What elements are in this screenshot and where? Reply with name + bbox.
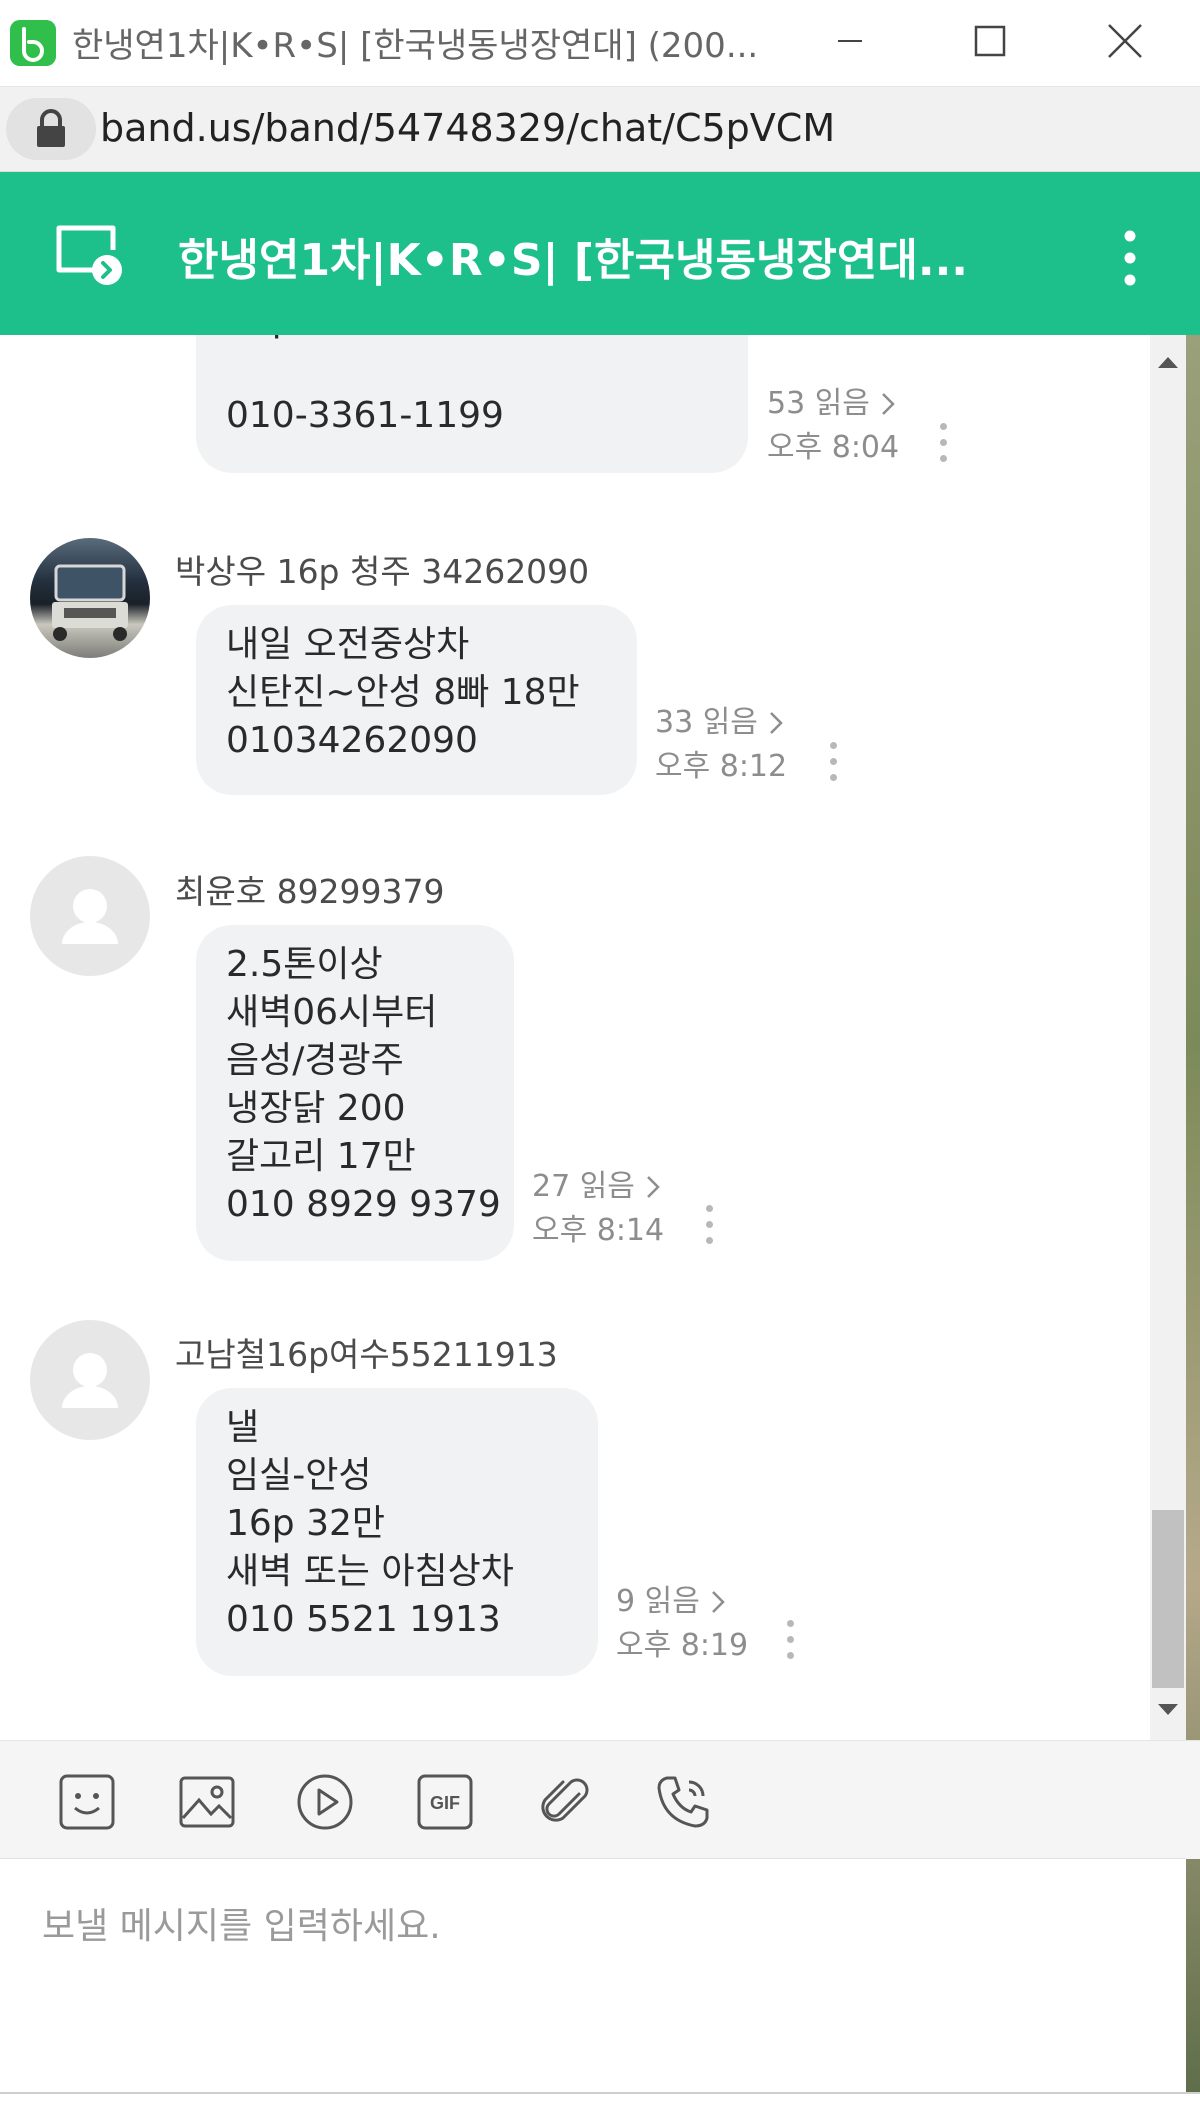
gif-label: GIF xyxy=(430,1793,460,1813)
message-options-icon[interactable] xyxy=(940,423,948,471)
sender-name: 고남철16p여수55211913 xyxy=(175,1335,558,1374)
message-input[interactable] xyxy=(40,1890,1144,1962)
maximize-button[interactable] xyxy=(935,6,1045,76)
scroll-up-arrow-icon[interactable] xyxy=(1156,352,1180,376)
chat-title: 한냉연1차|K•R•S| [한국냉동냉장연대... xyxy=(178,235,968,286)
message-meta: 9 읽음 오후 8:19 xyxy=(616,1580,748,1668)
gif-icon: GIF xyxy=(417,1774,473,1830)
message-options-icon[interactable] xyxy=(787,1620,795,1668)
message-options-icon[interactable] xyxy=(830,742,838,790)
call-icon xyxy=(657,1776,709,1828)
chevron-right-icon xyxy=(770,712,783,734)
message-bubble[interactable]: 낼 임실-안성 16p 32만 새벽 또는 아침상차 010 5521 1913 xyxy=(196,1388,598,1676)
maximize-icon xyxy=(974,25,1006,57)
video-button[interactable] xyxy=(295,1772,355,1832)
default-avatar-icon xyxy=(62,1353,118,1408)
message-meta: 27 읽음 오후 8:14 xyxy=(532,1165,664,1253)
emoticon-button[interactable] xyxy=(57,1772,117,1832)
chat-message-list[interactable]: 16p ~ 30만 010-3361-1199 53 읽음 오후 8:04 박상… xyxy=(0,335,1150,1740)
avatar[interactable] xyxy=(30,538,150,658)
message-options-icon[interactable] xyxy=(706,1205,714,1253)
url-text[interactable]: band.us/band/54748329/chat/C5pVCM xyxy=(100,106,835,150)
attachment-button[interactable] xyxy=(535,1772,595,1832)
close-icon xyxy=(1108,24,1142,58)
read-count: 27 읽음 xyxy=(532,1169,635,1204)
attachment-icon xyxy=(541,1778,589,1822)
chevron-right-icon xyxy=(882,393,895,415)
scroll-down-arrow-icon[interactable] xyxy=(1156,1700,1180,1724)
read-count-link[interactable]: 9 읽음 xyxy=(616,1580,748,1624)
more-options-icon[interactable] xyxy=(1115,228,1145,292)
avatar[interactable] xyxy=(30,1320,150,1440)
message-time: 오후 8:19 xyxy=(616,1628,749,1663)
read-count: 33 읽음 xyxy=(655,705,758,740)
sender-name: 박상우 16p 청주 34262090 xyxy=(175,552,590,591)
message-time: 오후 8:12 xyxy=(655,749,788,784)
message-bubble[interactable]: 16p ~ 30만 010-3361-1199 xyxy=(196,335,748,473)
message-time: 오후 8:14 xyxy=(532,1213,665,1248)
message-meta: 33 읽음 오후 8:12 xyxy=(655,701,787,789)
read-count-link[interactable]: 33 읽음 xyxy=(655,701,787,745)
emoticon-icon xyxy=(59,1774,115,1830)
chat-room-icon[interactable] xyxy=(55,222,125,292)
avatar[interactable] xyxy=(30,856,150,976)
chevron-right-icon xyxy=(647,1176,660,1198)
truck-photo xyxy=(52,564,128,641)
background-window-edge-bottom xyxy=(0,2092,1200,2112)
lock-icon xyxy=(34,109,68,153)
message-meta: 53 읽음 오후 8:04 xyxy=(767,382,899,470)
video-icon xyxy=(297,1774,353,1830)
read-count: 9 읽음 xyxy=(616,1584,700,1619)
image-icon xyxy=(179,1776,235,1828)
sender-name: 최윤호 89299379 xyxy=(175,872,445,911)
minimize-button[interactable] xyxy=(795,6,905,76)
image-button[interactable] xyxy=(177,1772,237,1832)
message-bubble[interactable]: 내일 오전중상차 신탄진~안성 8빠 18만 01034262090 xyxy=(196,605,637,795)
close-button[interactable] xyxy=(1070,6,1180,76)
default-avatar-icon xyxy=(62,889,118,944)
minimize-icon xyxy=(838,40,862,42)
call-button[interactable] xyxy=(653,1772,713,1832)
read-count-link[interactable]: 53 읽음 xyxy=(767,382,899,426)
read-count-link[interactable]: 27 읽음 xyxy=(532,1165,664,1209)
gif-button[interactable]: GIF xyxy=(415,1772,475,1832)
band-app-icon xyxy=(10,20,56,66)
window-title: 한냉연1차|K•R•S| [한국냉동냉장연대] (200... xyxy=(72,26,759,66)
read-count: 53 읽음 xyxy=(767,386,870,421)
message-time: 오후 8:04 xyxy=(767,430,900,465)
scrollbar-thumb[interactable] xyxy=(1152,1510,1184,1688)
message-bubble[interactable]: 2.5톤이상 새벽06시부터 음성/경광주 냉장닭 200 갈고리 17만 01… xyxy=(196,925,514,1261)
chevron-right-icon xyxy=(711,1591,725,1613)
